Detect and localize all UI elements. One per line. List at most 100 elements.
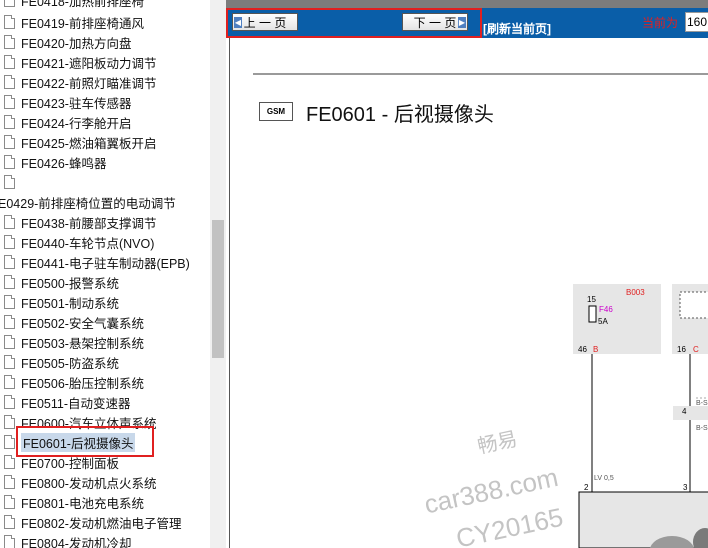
- fuse-icon: [588, 305, 597, 323]
- document-icon: [4, 175, 15, 189]
- document-icon: [4, 475, 15, 489]
- tree-item-label: FE0802-发动机燃油电子管理: [21, 516, 182, 531]
- wire-label-1: B-S: [696, 400, 708, 407]
- document-icon: [4, 75, 15, 89]
- document-icon: [4, 35, 15, 49]
- tree-item[interactable]: FE0424-行李舱开启: [0, 112, 210, 132]
- tree-item-label: FE0503-悬架控制系统: [21, 336, 144, 351]
- tree-item-label: FE0420-加热方向盘: [21, 36, 132, 51]
- document-icon: [4, 115, 15, 129]
- tree-item[interactable]: FE0801-电池充电系统: [0, 492, 210, 512]
- conn-pin-b: 3: [683, 483, 688, 492]
- document-icon: [4, 515, 15, 529]
- document-icon: [4, 95, 15, 109]
- document-icon: [4, 255, 15, 269]
- tree-item[interactable]: FE0802-发动机燃油电子管理: [0, 512, 210, 532]
- tree-item[interactable]: FE0441-电子驻车制动器(EPB): [0, 252, 210, 272]
- selection-highlight-box: [16, 426, 154, 457]
- tree-item-label: FE0423-驻车传感器: [21, 96, 132, 111]
- document-icon: [4, 455, 15, 469]
- box2-pin-num: 16: [677, 345, 686, 354]
- document-icon: [4, 495, 15, 509]
- fuse-rating-label: 5A: [598, 317, 608, 326]
- tree-item[interactable]: FE0800-发动机点火系统: [0, 472, 210, 492]
- top-frame-strip: [226, 0, 708, 8]
- document-icon: [4, 215, 15, 229]
- document-icon: [4, 0, 15, 7]
- document-icon: [4, 135, 15, 149]
- tree-item-label: FE0511-自动变速器: [21, 396, 131, 411]
- tree-scrollbar-thumb[interactable]: [212, 220, 224, 358]
- tree-item-label: FE0424-行李舱开启: [21, 116, 132, 131]
- box1-id-label: B003: [626, 288, 645, 297]
- tree-item[interactable]: FE0420-加热方向盘: [0, 32, 210, 52]
- content-border: [229, 38, 230, 548]
- document-icon: [4, 295, 15, 309]
- tree-item-label: FE0419-前排座椅通风: [21, 16, 144, 31]
- tree-item[interactable]: FE0501-制动系统: [0, 292, 210, 312]
- conn-pin-a: 2: [584, 483, 589, 492]
- pin-top-label: 15: [587, 295, 596, 304]
- tree-item[interactable]: FE0426-蜂鸣器: [0, 152, 210, 172]
- tree-item-label: FE0804-发动机冷却: [21, 536, 132, 548]
- document-icon: [4, 155, 15, 169]
- tree-item[interactable]: FE0804-发动机冷却: [0, 532, 210, 548]
- document-icon: [4, 275, 15, 289]
- current-page-input[interactable]: 160: [685, 12, 708, 32]
- tree-item[interactable]: FE0502-安全气囊系统: [0, 312, 210, 332]
- tree-item[interactable]: FE0425-燃油箱翼板开启: [0, 132, 210, 152]
- tree-item-label: FE0425-燃油箱翼板开启: [21, 136, 157, 151]
- document-icon: [4, 55, 15, 69]
- tree-item-label: FE0421-遮阳板动力调节: [21, 56, 157, 71]
- document-icon: [4, 375, 15, 389]
- refresh-link[interactable]: [刷新当前页]: [483, 20, 551, 37]
- wiring-diagram: B003 15 F46 5A 46 B 16 C B-S 4 B-S LV 0,…: [573, 284, 708, 548]
- pin-bottom-letter: B: [593, 345, 598, 354]
- tree-item[interactable]: FE0423-驻车传感器: [0, 92, 210, 112]
- tree-item[interactable]: FE0419-前排座椅通风: [0, 12, 210, 32]
- tree-item-label: FE0502-安全气囊系统: [21, 316, 144, 331]
- nav-buttons-highlight-box: [226, 8, 482, 38]
- tree-item-label: FE0426-蜂鸣器: [21, 156, 107, 171]
- gsm-badge: GSM: [259, 102, 293, 121]
- tree-item[interactable]: E0429-前排座椅位置的电动调节: [0, 192, 208, 212]
- document-icon: [4, 435, 15, 449]
- tree-item[interactable]: FE0503-悬架控制系统: [0, 332, 210, 352]
- document-icon: [4, 235, 15, 249]
- document-icon: [4, 315, 15, 329]
- wire-label-2: B-S: [696, 425, 708, 432]
- tree-item[interactable]: FE0500-报警系统: [0, 272, 210, 292]
- tree-item[interactable]: FE0438-前腰部支撑调节: [0, 212, 210, 232]
- camera-module-box: [578, 491, 708, 548]
- current-page-label: 当前为: [642, 16, 679, 30]
- pin-bottom-num: 46: [578, 345, 587, 354]
- tree-item[interactable]: [0, 172, 210, 192]
- navigation-tree: FE0418-加热前排座椅 FE0419-前排座椅通风 FE0420-加热方向盘 F…: [0, 0, 210, 548]
- tree-item-label: FE0506-胎压控制系统: [21, 376, 144, 391]
- tree-item[interactable]: FE0505-防盗系统: [0, 352, 210, 372]
- document-icon: [4, 355, 15, 369]
- tree-item-partial[interactable]: FE0418-加热前排座椅: [0, 0, 210, 10]
- splice-num: 4: [682, 407, 687, 416]
- tree-item[interactable]: FE0440-车轮节点(NVO): [0, 232, 210, 252]
- tree-item-label: FE0500-报警系统: [21, 276, 119, 291]
- document-icon: [4, 395, 15, 409]
- tree-item-label: FE0800-发动机点火系统: [21, 476, 157, 491]
- tree-item-label: FE0422-前照灯瞄准调节: [21, 76, 157, 91]
- tree-item-label: FE0501-制动系统: [21, 296, 119, 311]
- box2-inner: [679, 291, 708, 319]
- page-title: FE0601 - 后视摄像头: [306, 104, 494, 126]
- tree-item[interactable]: FE0421-遮阳板动力调节: [0, 52, 210, 72]
- document-icon: [4, 535, 15, 548]
- wire-lv-label: LV 0,5: [594, 475, 614, 482]
- tree-item-label: FE0438-前腰部支撑调节: [21, 216, 157, 231]
- tree-item-label: FE0441-电子驻车制动器(EPB): [21, 256, 190, 271]
- tree-item[interactable]: FE0511-自动变速器: [0, 392, 210, 412]
- tree-item-label: FE0440-车轮节点(NVO): [21, 236, 155, 251]
- tree-item[interactable]: FE0422-前照灯瞄准调节: [0, 72, 210, 92]
- document-icon: [4, 335, 15, 349]
- document-icon: [4, 15, 15, 29]
- box2-pin-letter: C: [693, 345, 699, 354]
- tree-item[interactable]: FE0506-胎压控制系统: [0, 372, 210, 392]
- tree-item-label: E0429-前排座椅位置的电动调节: [0, 196, 176, 211]
